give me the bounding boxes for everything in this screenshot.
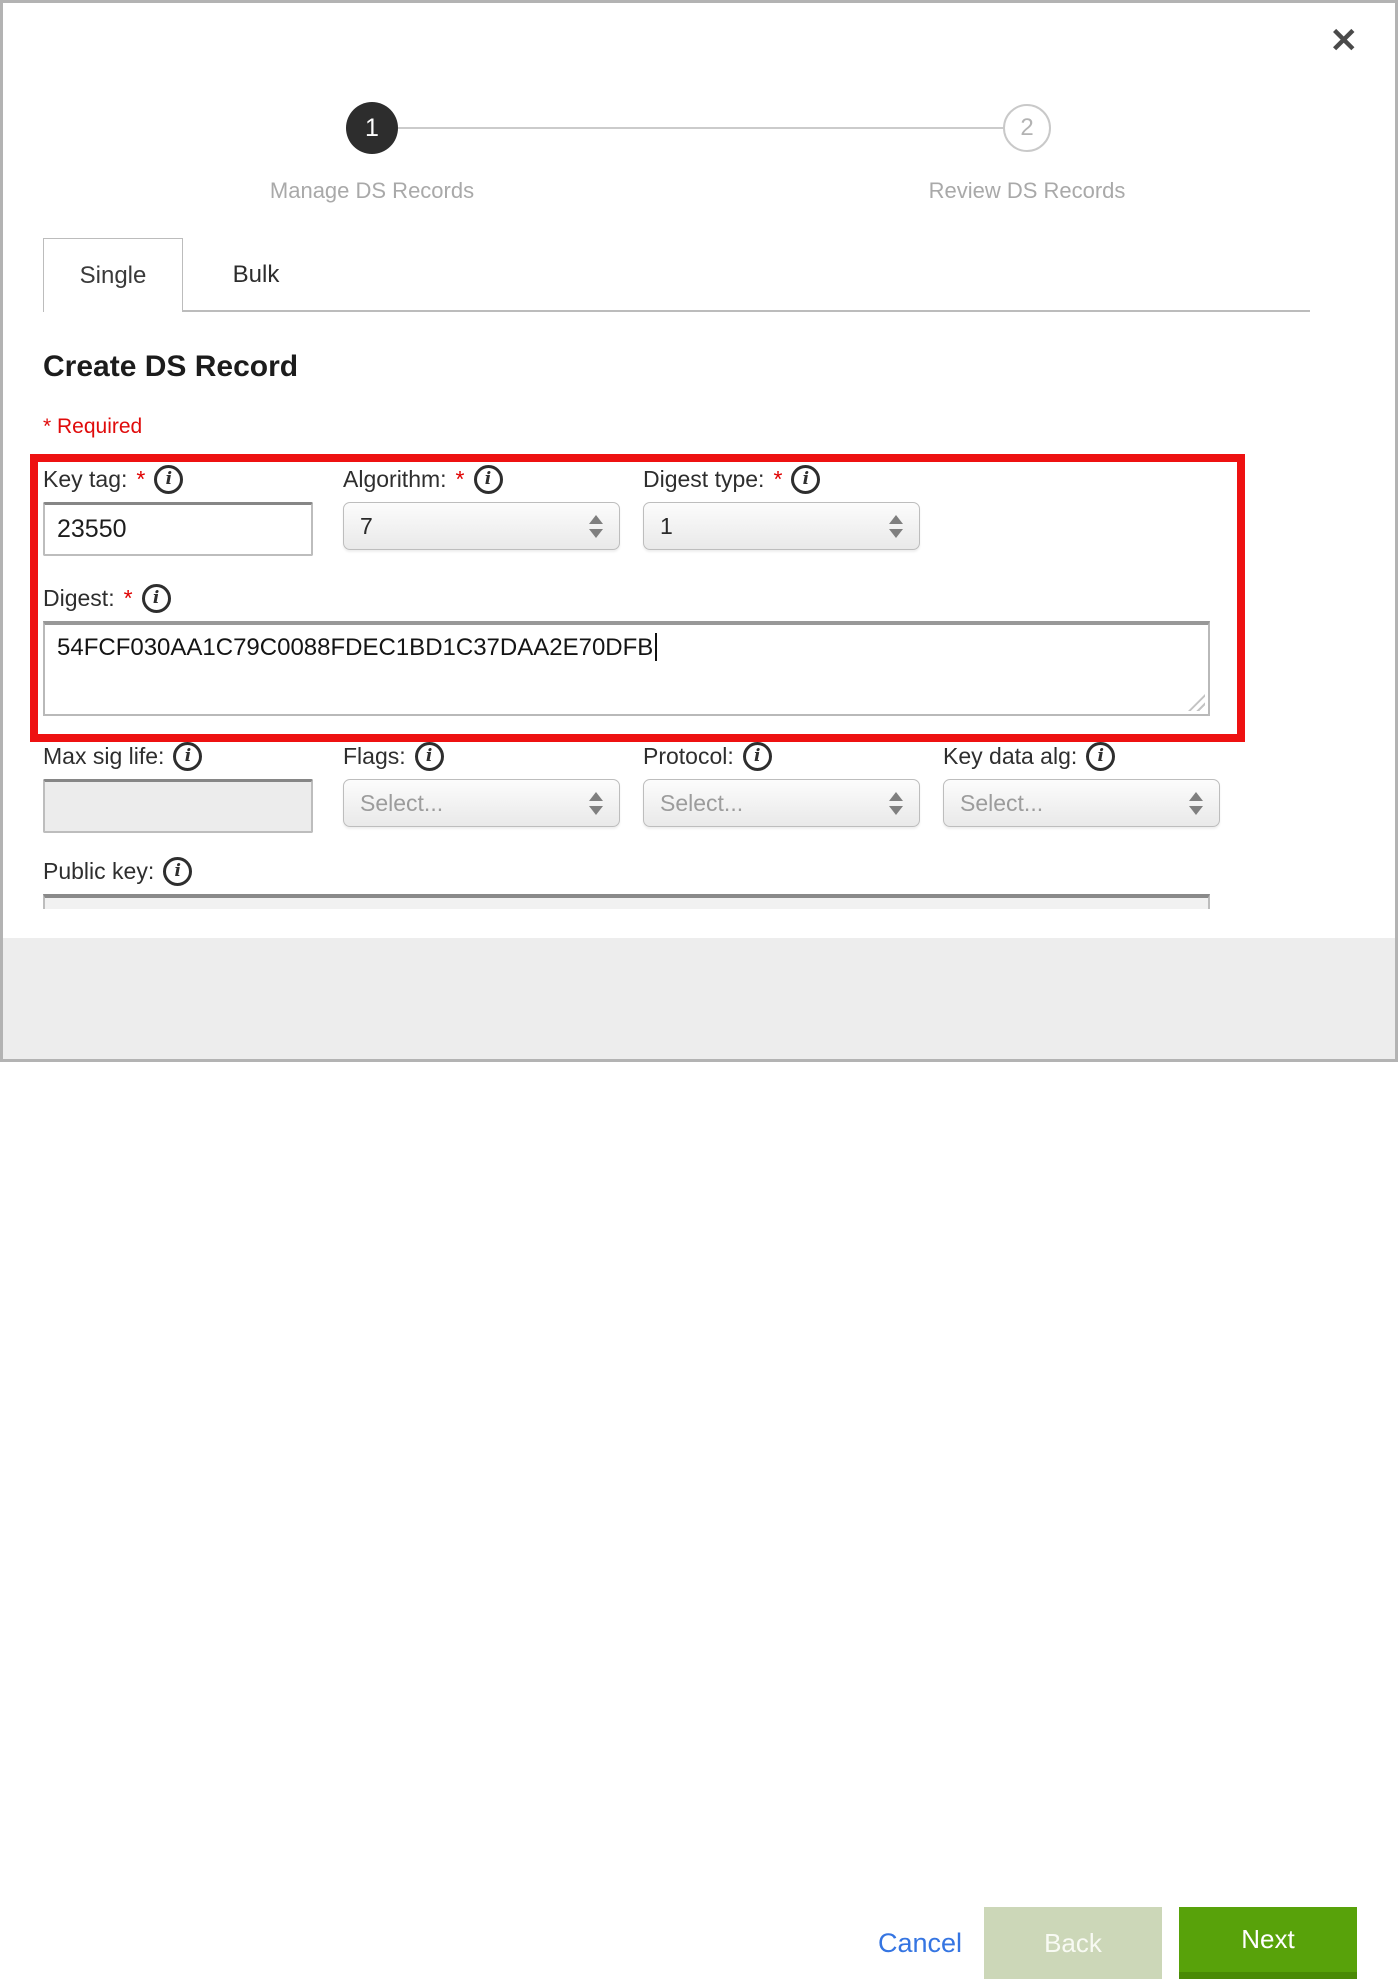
public-key-label: Public key: bbox=[43, 858, 154, 885]
digest-textarea[interactable]: 54FCF030AA1C79C0088FDEC1BD1C37DAA2E70DFB bbox=[43, 621, 1210, 716]
max-sig-life-label: Max sig life: bbox=[43, 743, 164, 770]
protocol-field: Protocol: i Select... bbox=[643, 741, 920, 827]
info-icon[interactable]: i bbox=[474, 465, 503, 494]
key-tag-label: Key tag: bbox=[43, 466, 127, 493]
max-sig-life-input[interactable] bbox=[43, 779, 313, 833]
step-2-indicator: 2 bbox=[1003, 104, 1051, 152]
info-icon[interactable]: i bbox=[791, 465, 820, 494]
digest-type-select[interactable]: 1 bbox=[643, 502, 920, 550]
algorithm-field: Algorithm: * i 7 bbox=[343, 464, 620, 550]
flags-label: Flags: bbox=[343, 743, 406, 770]
info-icon[interactable]: i bbox=[163, 857, 192, 886]
public-key-textarea[interactable] bbox=[43, 894, 1210, 909]
key-data-alg-field: Key data alg: i Select... bbox=[943, 741, 1220, 827]
text-caret bbox=[655, 633, 657, 661]
required-note: * Required bbox=[43, 415, 142, 439]
info-icon[interactable]: i bbox=[142, 584, 171, 613]
flags-select-value: Select... bbox=[360, 790, 443, 817]
protocol-select[interactable]: Select... bbox=[643, 779, 920, 827]
digest-value: 54FCF030AA1C79C0088FDEC1BD1C37DAA2E70DFB bbox=[57, 634, 653, 661]
info-icon[interactable]: i bbox=[173, 742, 202, 771]
next-button[interactable]: Next bbox=[1179, 1907, 1357, 1979]
select-arrows-icon bbox=[589, 792, 603, 815]
key-tag-field: Key tag: * i bbox=[43, 464, 313, 556]
required-asterisk: * bbox=[124, 585, 133, 612]
step-1-indicator: 1 bbox=[346, 102, 398, 154]
cancel-button[interactable]: Cancel bbox=[850, 1907, 990, 1979]
required-asterisk: * bbox=[773, 466, 782, 493]
public-key-field: Public key: i bbox=[43, 856, 1210, 909]
digest-type-field: Digest type: * i 1 bbox=[643, 464, 920, 550]
resize-handle-icon[interactable] bbox=[1188, 694, 1205, 711]
back-button[interactable]: Back bbox=[984, 1907, 1162, 1979]
key-data-alg-select-value: Select... bbox=[960, 790, 1043, 817]
algorithm-label: Algorithm: bbox=[343, 466, 447, 493]
algorithm-select-value: 7 bbox=[360, 513, 373, 540]
digest-field: Digest: * i 54FCF030AA1C79C0088FDEC1BD1C… bbox=[43, 583, 1210, 716]
algorithm-select[interactable]: 7 bbox=[343, 502, 620, 550]
required-asterisk: * bbox=[136, 466, 145, 493]
max-sig-life-field: Max sig life: i bbox=[43, 741, 313, 833]
digest-label: Digest: bbox=[43, 585, 115, 612]
info-icon[interactable]: i bbox=[154, 465, 183, 494]
digest-type-select-value: 1 bbox=[660, 513, 673, 540]
create-ds-record-modal: { "colors": { "accent_green": "#58a20a",… bbox=[0, 0, 1398, 1062]
tab-single[interactable]: Single bbox=[43, 238, 183, 312]
info-icon[interactable]: i bbox=[415, 742, 444, 771]
key-data-alg-label: Key data alg: bbox=[943, 743, 1077, 770]
select-arrows-icon bbox=[589, 515, 603, 538]
tab-bulk[interactable]: Bulk bbox=[183, 238, 329, 312]
digest-type-label: Digest type: bbox=[643, 466, 764, 493]
close-icon[interactable]: ✕ bbox=[1330, 24, 1359, 58]
info-icon[interactable]: i bbox=[1086, 742, 1115, 771]
page-title: Create DS Record bbox=[43, 350, 298, 384]
step-1-label: Manage DS Records bbox=[157, 178, 587, 204]
step-2-label: Review DS Records bbox=[812, 178, 1242, 204]
info-icon[interactable]: i bbox=[743, 742, 772, 771]
protocol-select-value: Select... bbox=[660, 790, 743, 817]
footer: Cancel Back Next bbox=[0, 938, 1398, 1062]
protocol-label: Protocol: bbox=[643, 743, 734, 770]
select-arrows-icon bbox=[889, 792, 903, 815]
flags-select[interactable]: Select... bbox=[343, 779, 620, 827]
stepper-connector bbox=[398, 127, 1005, 129]
flags-field: Flags: i Select... bbox=[343, 741, 620, 827]
key-data-alg-select[interactable]: Select... bbox=[943, 779, 1220, 827]
required-asterisk: * bbox=[456, 466, 465, 493]
key-tag-input[interactable] bbox=[43, 502, 313, 556]
select-arrows-icon bbox=[889, 515, 903, 538]
select-arrows-icon bbox=[1189, 792, 1203, 815]
